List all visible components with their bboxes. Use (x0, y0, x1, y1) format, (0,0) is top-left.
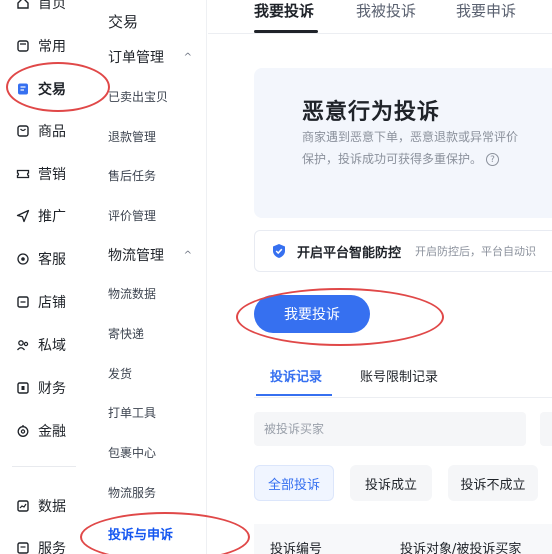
subnav-item-ship[interactable]: 发货 (108, 365, 132, 382)
subnav-item-refund[interactable]: 退款管理 (108, 128, 156, 145)
help-icon[interactable]: ? (486, 153, 500, 166)
tab-file-complaint[interactable]: 我要投诉 (254, 0, 314, 21)
nav-item-goods[interactable]: 商品 (0, 116, 92, 146)
nav-item-data[interactable]: 数据 (0, 491, 92, 521)
second-filter-input[interactable] (540, 412, 552, 446)
users-icon (16, 338, 30, 352)
nav-label: 推广 (38, 209, 66, 225)
subnav-group-label: 订单管理 (108, 50, 164, 66)
tab-appeal[interactable]: 我要申诉 (456, 0, 516, 21)
nav-item-promote[interactable]: 推广 (0, 201, 92, 231)
send-icon (16, 209, 30, 223)
buyer-search-input[interactable] (254, 412, 526, 446)
bookmark-icon (16, 39, 30, 53)
chart-icon (16, 499, 30, 513)
nav-item-private[interactable]: 私域 (0, 330, 92, 360)
record-tabs: 投诉记录 账号限制记录 (254, 352, 552, 398)
home-icon (16, 0, 30, 10)
tab-received-complaint[interactable]: 我被投诉 (356, 0, 416, 21)
main-nav: 首页 常用 交易 商品 营销 推广 客服 店铺 私域 财务 金融 数据 服务 (0, 0, 92, 554)
subnav-item-sold[interactable]: 已卖出宝贝 (108, 88, 168, 105)
subnav-item-express[interactable]: 寄快递 (108, 325, 144, 342)
hero-desc-line2: 保护，投诉成功可获得多重保护。? (302, 148, 552, 170)
sub-nav: 交易 订单管理 ^ 已卖出宝贝 退款管理 售后任务 评价管理 物流管理 ^ 物流… (92, 0, 207, 554)
subnav-item-complaint[interactable]: 投诉与申诉 (108, 524, 173, 543)
nav-label: 常用 (38, 39, 66, 55)
nav-item-services[interactable]: 服务 (0, 533, 92, 554)
subnav-group-label: 物流管理 (108, 248, 164, 264)
nav-label: 私域 (38, 338, 66, 354)
subnav-item-print[interactable]: 打单工具 (108, 404, 156, 421)
hero-desc-text: 保护，投诉成功可获得多重保护。 (302, 152, 483, 166)
subnav-item-package[interactable]: 包裹中心 (108, 444, 156, 461)
nav-label: 店铺 (38, 295, 66, 311)
main-content: 我要投诉 我被投诉 我要申诉 恶意行为投诉 商家遇到恶意下单，恶意退款或异常评价… (208, 0, 552, 554)
goods-icon (16, 124, 30, 138)
money-icon (16, 424, 30, 438)
nav-label: 服务 (38, 541, 66, 554)
chevron-up-icon: ^ (183, 249, 192, 261)
service-icon (16, 541, 30, 554)
nav-item-service[interactable]: 客服 (0, 244, 92, 274)
nav-item-trade[interactable]: 交易 (0, 74, 92, 104)
nav-label: 首页 (38, 0, 66, 12)
filter-complaint-rejected[interactable]: 投诉不成立 (448, 465, 538, 501)
nav-label: 金融 (38, 424, 66, 440)
nav-label: 客服 (38, 252, 66, 268)
protection-title: 开启平台智能防控 (297, 245, 402, 261)
nav-item-common[interactable]: 常用 (0, 31, 92, 61)
active-subtab-underline (256, 394, 332, 396)
nav-item-marketing[interactable]: 营销 (0, 159, 92, 189)
nav-label: 营销 (38, 167, 66, 183)
finance-icon (16, 381, 30, 395)
shop-icon (16, 295, 30, 309)
hero-banner: 恶意行为投诉 商家遇到恶意下单，恶意退款或异常评价 保护，投诉成功可获得多重保护… (254, 68, 552, 218)
ticket-icon (16, 167, 30, 181)
chevron-up-icon: ^ (183, 51, 192, 63)
subnav-group-logistics[interactable]: 物流管理 ^ (108, 245, 198, 265)
smart-protection-bar[interactable]: 开启平台智能防控 开启防控后，平台自动识 (254, 230, 552, 272)
nav-item-finance[interactable]: 财务 (0, 373, 92, 403)
subnav-title: 交易 (108, 13, 139, 31)
nav-item-shop[interactable]: 店铺 (0, 287, 92, 317)
column-header-target: 投诉对象/被投诉买家 (400, 542, 522, 554)
subnav-group-orders[interactable]: 订单管理 ^ (108, 47, 198, 67)
subnav-item-logistics-data[interactable]: 物流数据 (108, 285, 156, 302)
hero-description: 商家遇到恶意下单，恶意退款或异常评价 保护，投诉成功可获得多重保护。? (302, 126, 552, 170)
nav-label: 数据 (38, 499, 66, 515)
hero-title: 恶意行为投诉 (302, 100, 441, 125)
trade-icon (16, 82, 30, 96)
nav-divider (12, 466, 76, 467)
top-tabs: 我要投诉 我被投诉 我要申诉 (208, 0, 552, 34)
filter-all-complaints[interactable]: 全部投诉 (254, 465, 334, 501)
column-header-id: 投诉编号 (270, 542, 323, 554)
tab-account-limit-records[interactable]: 账号限制记录 (360, 366, 438, 385)
nav-label: 财务 (38, 381, 66, 397)
hero-desc-line1: 商家遇到恶意下单，恶意退款或异常评价 (302, 130, 519, 144)
nav-item-loan[interactable]: 金融 (0, 416, 92, 446)
protection-description: 开启防控后，平台自动识 (415, 245, 537, 258)
shield-icon (273, 244, 285, 258)
subnav-item-aftersale[interactable]: 售后任务 (108, 167, 156, 184)
subnav-item-review[interactable]: 评价管理 (108, 207, 156, 224)
nav-label: 交易 (38, 82, 66, 98)
tab-complaint-records[interactable]: 投诉记录 (270, 366, 322, 385)
headset-icon (16, 252, 30, 266)
filter-complaint-upheld[interactable]: 投诉成立 (350, 465, 432, 501)
nav-label: 商品 (38, 124, 66, 140)
file-complaint-button[interactable]: 我要投诉 (254, 295, 370, 333)
active-tab-underline (254, 30, 318, 33)
nav-item-home[interactable]: 首页 (0, 0, 92, 18)
subnav-item-logistics-service[interactable]: 物流服务 (108, 484, 156, 501)
table-header: 投诉编号 投诉对象/被投诉买家 (254, 524, 552, 554)
